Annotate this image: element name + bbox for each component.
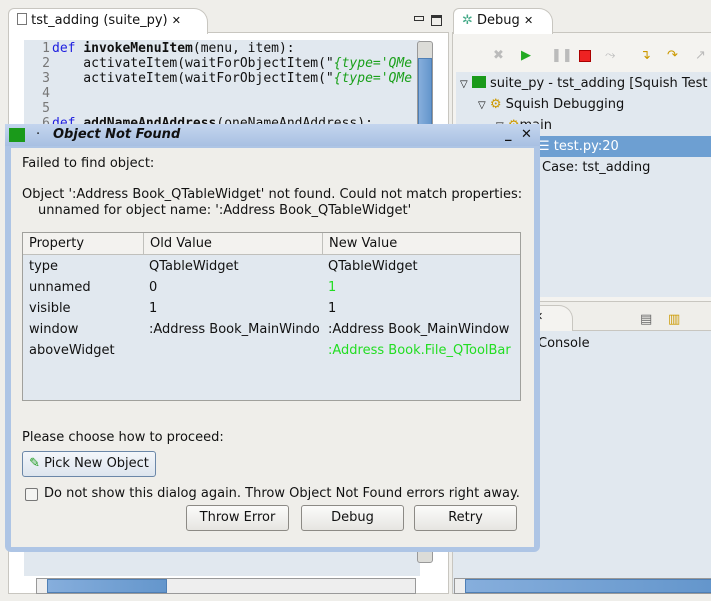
file-icon (17, 13, 27, 25)
step-into-icon[interactable]: ↴ (640, 48, 654, 63)
squish-icon (9, 128, 25, 142)
gear-icon: ⚙ (489, 97, 502, 112)
clear-console-icon[interactable]: ▤ (640, 312, 652, 327)
message-detail-2: unnamed for object name: ':Address Book_… (38, 203, 412, 218)
debug-tab-title: Debug (477, 13, 520, 28)
code-token: {type='QMe (333, 71, 413, 86)
cell-property: aboveWidget (29, 343, 115, 358)
cell-old: 1 (149, 301, 158, 316)
close-icon[interactable]: ✕ (524, 14, 533, 27)
column-header-old[interactable]: Old Value (143, 233, 212, 255)
editor-tab-title: tst_adding (suite_py) (31, 13, 168, 28)
line-number: 5 (42, 101, 50, 116)
message-failed: Failed to find object: (22, 156, 155, 171)
close-icon[interactable]: ✕ (172, 14, 181, 27)
code-line[interactable]: activateItem(waitForObjectItem("{type='Q… (52, 56, 420, 71)
expand-icon[interactable]: ▽ (460, 79, 468, 90)
terminate-icon[interactable] (579, 50, 591, 62)
do-not-show-checkbox[interactable] (25, 488, 38, 501)
bug-icon: ✲ (462, 13, 473, 28)
table-row[interactable]: aboveWidget :Address Book.File_QToolBar (23, 343, 520, 364)
scroll-lock-icon[interactable]: ▥ (668, 312, 680, 327)
step-return-icon[interactable]: ↗ (695, 48, 709, 63)
window-menu-icon[interactable]: · (36, 124, 40, 146)
debug-tab[interactable]: ✲ Debug ✕ (453, 8, 553, 34)
squish-icon (471, 76, 486, 88)
minimize-icon[interactable] (414, 16, 424, 21)
disconnect-icon[interactable]: ⤳ (605, 48, 619, 63)
console-label[interactable]: Console (538, 336, 590, 351)
proceed-label: Please choose how to proceed: (22, 430, 224, 445)
console-horizontal-scrollbar[interactable] (454, 578, 711, 594)
close-icon[interactable]: ✕ (521, 124, 532, 146)
table-row[interactable]: type QTableWidget QTableWidget (23, 259, 520, 280)
dialog-body: Failed to find object: Object ':Address … (11, 148, 534, 547)
code-line[interactable]: activateItem(waitForObjectItem("{type='Q… (52, 71, 420, 86)
cell-new: :Address Book.File_QToolBar (328, 343, 511, 358)
cell-new: 1 (328, 301, 337, 316)
cell-old: QTableWidget (149, 259, 239, 274)
line-number: 2 (42, 56, 50, 71)
cell-new: QTableWidget (328, 259, 418, 274)
property-table: Property Old Value New Value type QTableW… (22, 232, 521, 401)
table-header: Property Old Value New Value (23, 233, 520, 255)
editor-tab[interactable]: tst_adding (suite_py) ✕ (8, 8, 208, 34)
eyedropper-icon: ✎ (29, 456, 40, 471)
dialog-title: Object Not Found (53, 127, 181, 142)
cell-new: 1 (328, 280, 337, 295)
tree-item-suite[interactable]: ▽ suite_py - tst_adding [Squish Test (460, 73, 707, 94)
object-not-found-dialog: · Object Not Found _ ✕ Failed to find ob… (5, 124, 540, 552)
remove-terminated-icon[interactable]: ✖ (493, 48, 507, 63)
maximize-icon[interactable] (431, 15, 442, 26)
line-number: 1 (42, 41, 50, 56)
cell-old: 0 (149, 280, 158, 295)
code-token: activateItem(waitForObjectItem(" (52, 71, 334, 86)
code-line[interactable]: def invokeMenuItem(menu, item): (52, 41, 420, 56)
tree-item-squish-debugging[interactable]: ▽ ⚙ Squish Debugging (478, 94, 624, 115)
tree-item-case[interactable]: Case: tst_adding (542, 157, 650, 178)
throw-error-button[interactable]: Throw Error (186, 505, 289, 531)
expand-icon[interactable]: ▽ (478, 100, 486, 111)
do-not-show-label[interactable]: Do not show this dialog again. Throw Obj… (44, 486, 520, 501)
pick-new-object-button[interactable]: ✎ Pick New Object (22, 451, 156, 477)
table-row[interactable]: unnamed 0 1 (23, 280, 520, 301)
code-token: {type='QMe (333, 56, 413, 71)
code-token: activateItem(waitForObjectItem(" (52, 56, 334, 71)
table-row[interactable]: visible 1 1 (23, 301, 520, 322)
cell-new: :Address Book_MainWindow (328, 322, 510, 337)
table-row[interactable]: window:Address Book_MainWindo:Address Bo… (23, 322, 520, 343)
code-token: invokeMenuItem (83, 41, 193, 56)
retry-button[interactable]: Retry (414, 505, 517, 531)
step-over-icon[interactable]: ↷ (667, 48, 681, 63)
column-header-new[interactable]: New Value (322, 233, 397, 255)
line-number: 4 (42, 86, 50, 101)
cell-old: :Address Book_MainWindo (149, 322, 319, 337)
code-token: (menu, item): (192, 41, 295, 56)
debug-button[interactable]: Debug (301, 505, 404, 531)
resume-icon[interactable]: ▶ (521, 48, 535, 63)
line-number: 3 (42, 71, 50, 86)
dialog-title-bar[interactable]: · Object Not Found _ ✕ (5, 124, 540, 146)
minimize-icon[interactable]: _ (505, 124, 512, 146)
suspend-icon[interactable]: ❚❚ (551, 48, 573, 63)
column-header-property[interactable]: Property (29, 233, 84, 255)
message-detail: Object ':Address Book_QTableWidget' not … (22, 187, 523, 202)
editor-horizontal-scrollbar[interactable] (36, 578, 416, 594)
code-token: def (52, 41, 84, 56)
